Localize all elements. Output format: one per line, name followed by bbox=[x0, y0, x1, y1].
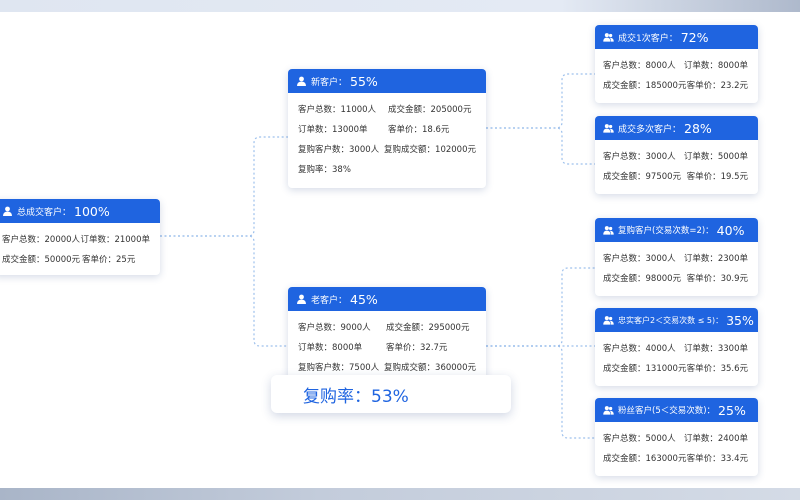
stat-orders: 订单数：2300单 bbox=[683, 254, 748, 264]
stat-repeat-rate: 复购率：38% bbox=[298, 165, 351, 175]
card-fan-customers: 粉丝客户(5＜交易次数)： 25% 客户总数：5000人 订单数：2400单 成交… bbox=[595, 398, 758, 476]
bottom-decorative-bar bbox=[0, 488, 800, 500]
stat-unit-price: 客单价：32.7元 bbox=[386, 343, 448, 353]
users-icon bbox=[603, 123, 614, 133]
top-decorative-bar bbox=[0, 0, 800, 12]
stat-repeat-customers: 复购客户数：3000人 bbox=[298, 145, 380, 155]
stat-customers: 客户总数：11000人 bbox=[298, 105, 377, 115]
user-icon bbox=[2, 206, 13, 216]
card-header: 忠实客户2＜交易次数 ≤ 5)： 35% bbox=[595, 308, 758, 332]
card-percentage: 100% bbox=[74, 203, 110, 219]
card-header: 成交多次客户： 28% bbox=[595, 116, 758, 140]
stat-customers: 客户总数：3000人 bbox=[603, 254, 676, 264]
stat-amount: 成交金额：205000元 bbox=[388, 105, 472, 115]
stat-customers: 客户总数：3000人 bbox=[603, 152, 676, 162]
card-title: 粉丝客户(5＜交易次数)： bbox=[618, 406, 716, 416]
stat-orders: 订单数：3300单 bbox=[683, 344, 748, 354]
stat-customers: 客户总数：8000人 bbox=[603, 61, 676, 71]
card-header: 粉丝客户(5＜交易次数)： 25% bbox=[595, 398, 758, 422]
stat-amount: 成交金额：98000元 bbox=[603, 274, 682, 284]
stat-customers: 客户总数：4000人 bbox=[603, 344, 676, 354]
stat-repeat-amount: 复购成交额：360000元 bbox=[384, 363, 476, 373]
card-percentage: 55% bbox=[350, 73, 378, 89]
card-percentage: 40% bbox=[716, 222, 745, 238]
repeat-rate-highlight: 复购率：53% bbox=[271, 375, 511, 413]
card-new-customers: 新客户： 55% 客户总数：11000人 成交金额：205000元 订单数：130… bbox=[288, 69, 486, 188]
card-old-customers: 老客户： 45% 客户总数：9000人 成交金额：295000元 订单数：8000… bbox=[288, 287, 486, 379]
users-icon bbox=[603, 405, 614, 415]
stat-amount: 成交金额：185000元 bbox=[603, 81, 687, 91]
stat-unit-price: 客单价：23.2元 bbox=[686, 81, 748, 91]
card-header: 成交1次客户： 72% bbox=[595, 25, 758, 49]
card-percentage: 45% bbox=[350, 291, 378, 307]
card-title: 忠实客户2＜交易次数 ≤ 5)： bbox=[618, 315, 724, 325]
card-title: 老客户： bbox=[311, 295, 348, 306]
repeat-rate-highlight-text: 复购率：53% bbox=[303, 386, 409, 407]
stat-unit-price: 客单价：18.6元 bbox=[388, 125, 450, 135]
card-percentage: 28% bbox=[684, 120, 712, 136]
card-repeat-customers: 复购客户(交易次数=2)： 40% 客户总数：3000人 订单数：2300单 成交… bbox=[595, 218, 758, 296]
stat-amount: 成交金额：131000元 bbox=[603, 364, 687, 374]
stat-customers: 客户总数：20000人 bbox=[2, 235, 81, 245]
stat-customers: 客户总数：9000人 bbox=[298, 323, 371, 333]
user-icon bbox=[296, 294, 307, 304]
card-title: 复购客户(交易次数=2)： bbox=[618, 226, 714, 236]
card-title: 总成交客户： bbox=[17, 207, 72, 218]
user-icon bbox=[296, 76, 307, 86]
card-header: 复购客户(交易次数=2)： 40% bbox=[595, 218, 758, 242]
stat-repeat-amount: 复购成交额：102000元 bbox=[384, 145, 476, 155]
card-title: 新客户： bbox=[311, 77, 348, 88]
users-icon bbox=[603, 315, 614, 325]
users-icon bbox=[603, 225, 614, 235]
card-header: 老客户： 45% bbox=[288, 287, 486, 311]
card-title: 成交1次客户： bbox=[618, 33, 678, 44]
stat-amount: 成交金额：50000元 bbox=[2, 255, 81, 265]
stat-orders: 订单数：5000单 bbox=[683, 152, 748, 162]
card-header: 总成交客户： 100% bbox=[0, 199, 160, 223]
stat-amount: 成交金额：295000元 bbox=[386, 323, 470, 333]
stat-repeat-customers: 复购客户数：7500人 bbox=[298, 363, 380, 373]
stat-unit-price: 客单价：33.4元 bbox=[686, 454, 748, 464]
card-once-customers: 成交1次客户： 72% 客户总数：8000人 订单数：8000单 成交金额：185… bbox=[595, 25, 758, 103]
stat-orders: 订单数：2400单 bbox=[683, 434, 748, 444]
card-title: 成交多次客户： bbox=[618, 124, 682, 135]
stat-orders: 订单数：13000单 bbox=[298, 125, 368, 135]
stat-amount: 成交金额：97500元 bbox=[603, 172, 682, 182]
stat-unit-price: 客单价：30.9元 bbox=[686, 274, 748, 284]
card-multi-customers: 成交多次客户： 28% 客户总数：3000人 订单数：5000单 成交金额：975… bbox=[595, 116, 758, 194]
stat-amount: 成交金额：163000元 bbox=[603, 454, 687, 464]
stat-unit-price: 客单价：25元 bbox=[82, 255, 136, 265]
stat-orders: 订单数：21000单 bbox=[80, 235, 150, 245]
stat-orders: 订单数：8000单 bbox=[298, 343, 363, 353]
stat-unit-price: 客单价：19.5元 bbox=[686, 172, 748, 182]
card-percentage: 25% bbox=[718, 402, 746, 418]
card-header: 新客户： 55% bbox=[288, 69, 486, 93]
stat-orders: 订单数：8000单 bbox=[683, 61, 748, 71]
stat-customers: 客户总数：5000人 bbox=[603, 434, 676, 444]
card-percentage: 35% bbox=[726, 312, 754, 328]
card-total-customers: 总成交客户： 100% 客户总数：20000人 订单数：21000单 成交金额：5… bbox=[0, 199, 160, 275]
stat-unit-price: 客单价：35.6元 bbox=[686, 364, 748, 374]
card-percentage: 72% bbox=[680, 29, 709, 45]
card-loyal-customers: 忠实客户2＜交易次数 ≤ 5)： 35% 客户总数：4000人 订单数：3300单… bbox=[595, 308, 758, 386]
users-icon bbox=[603, 32, 614, 42]
